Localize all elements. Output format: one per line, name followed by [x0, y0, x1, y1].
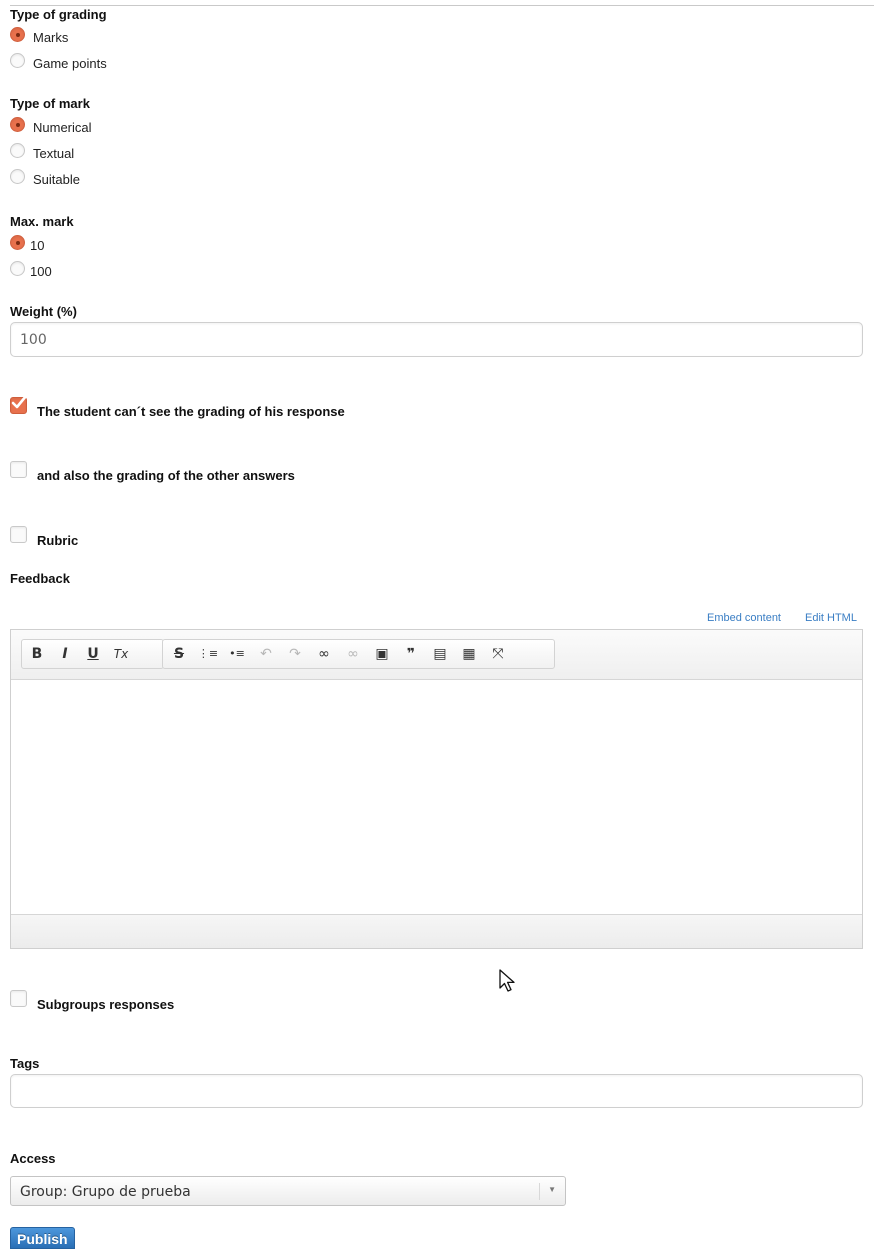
access-label: Access: [10, 1151, 56, 1166]
radio-max-100-button[interactable]: [10, 260, 25, 276]
blockquote-icon[interactable]: ❞: [400, 643, 422, 665]
hide-own-grading-option[interactable]: The student can´t see the grading of his…: [10, 394, 345, 419]
tags-input[interactable]: [10, 1074, 863, 1108]
weight-input[interactable]: 100: [10, 322, 863, 357]
feedback-editor[interactable]: B I U Tx S ⋮≡ •≡ ↶ ↷ ∞ ∞ ▣ ❞ ▤ ▦ ⤧: [10, 629, 863, 949]
tags-label: Tags: [10, 1056, 40, 1071]
editor-status-bar: [11, 914, 862, 948]
radio-suitable-label: Suitable: [33, 171, 80, 187]
radio-max-100-label: 100: [30, 263, 52, 279]
bulleted-list-icon[interactable]: •≡: [226, 643, 248, 665]
weight-value: 100: [20, 332, 47, 348]
italic-icon[interactable]: I: [54, 643, 76, 665]
paste-word-icon[interactable]: ▦: [458, 643, 480, 665]
hide-own-grading-checkbox[interactable]: [10, 394, 28, 414]
bold-icon[interactable]: B: [26, 643, 48, 665]
radio-numerical-label: Numerical: [33, 119, 92, 135]
radio-numerical-button[interactable]: [10, 116, 25, 132]
top-divider: [10, 5, 874, 6]
unlink-icon[interactable]: ∞: [342, 643, 364, 665]
radio-game-points-label: Game points: [33, 55, 107, 71]
hide-own-grading-label: The student can´t see the grading of his…: [37, 404, 345, 419]
redo-icon[interactable]: ↷: [284, 643, 306, 665]
embed-content-link[interactable]: Embed content: [707, 612, 781, 624]
subgroups-option[interactable]: Subgroups responses: [10, 990, 174, 1012]
access-selected-value: Group: Grupo de prueba: [20, 1184, 191, 1200]
toolbar-group-extended: S ⋮≡ •≡ ↶ ↷ ∞ ∞ ▣ ❞ ▤ ▦ ⤧: [162, 639, 555, 669]
hide-other-grading-option[interactable]: and also the grading of the other answer…: [10, 461, 295, 483]
undo-icon[interactable]: ↶: [255, 643, 277, 665]
grading-type-label: Type of grading: [10, 7, 107, 22]
toolbar-group-basic: B I U Tx: [21, 639, 164, 669]
radio-textual-label: Textual: [33, 145, 75, 161]
subgroups-checkbox[interactable]: [10, 990, 27, 1007]
max-mark-label: Max. mark: [10, 214, 74, 229]
remove-format-icon[interactable]: Tx: [110, 643, 132, 665]
edit-html-link[interactable]: Edit HTML: [805, 612, 857, 624]
chevron-down-icon[interactable]: ▼: [548, 1185, 556, 1194]
rubric-checkbox[interactable]: [10, 526, 27, 543]
paste-text-icon[interactable]: ▤: [429, 643, 451, 665]
radio-suitable[interactable]: Suitable: [10, 166, 80, 187]
weight-label: Weight (%): [10, 304, 77, 319]
access-select[interactable]: Group: Grupo de prueba ▼: [10, 1176, 566, 1206]
checkmark-icon: [11, 394, 28, 409]
rubric-label: Rubric: [37, 533, 79, 548]
image-icon[interactable]: ▣: [371, 643, 393, 665]
subgroups-label: Subgroups responses: [37, 997, 175, 1012]
hide-other-grading-label: and also the grading of the other answer…: [37, 468, 295, 483]
radio-textual[interactable]: Textual: [10, 140, 75, 161]
radio-game-points[interactable]: Game points: [10, 50, 107, 71]
radio-marks-button[interactable]: [10, 26, 25, 42]
mark-type-label: Type of mark: [10, 96, 90, 111]
radio-textual-button[interactable]: [10, 142, 25, 158]
radio-max-10-label: 10: [30, 237, 45, 253]
mouse-cursor-icon: [499, 969, 515, 992]
link-icon[interactable]: ∞: [313, 643, 335, 665]
radio-marks[interactable]: Marks: [10, 24, 69, 45]
editor-toolbar: B I U Tx S ⋮≡ •≡ ↶ ↷ ∞ ∞ ▣ ❞ ▤ ▦ ⤧: [11, 630, 862, 680]
radio-max-10[interactable]: 10: [10, 232, 45, 253]
underline-icon[interactable]: U: [82, 643, 104, 665]
radio-max-10-button[interactable]: [10, 234, 25, 250]
radio-marks-label: Marks: [33, 29, 69, 45]
numbered-list-icon[interactable]: ⋮≡: [197, 643, 219, 665]
radio-game-points-button[interactable]: [10, 52, 25, 68]
hide-other-grading-checkbox[interactable]: [10, 461, 27, 478]
radio-numerical[interactable]: Numerical: [10, 114, 92, 135]
select-divider: [539, 1183, 540, 1200]
strikethrough-icon[interactable]: S: [168, 643, 190, 665]
rubric-option[interactable]: Rubric: [10, 526, 78, 548]
publish-button[interactable]: Publish: [10, 1227, 75, 1249]
feedback-label: Feedback: [10, 571, 70, 586]
radio-suitable-button[interactable]: [10, 168, 25, 184]
radio-max-100[interactable]: 100: [10, 258, 52, 279]
maximize-icon[interactable]: ⤧: [487, 643, 509, 665]
